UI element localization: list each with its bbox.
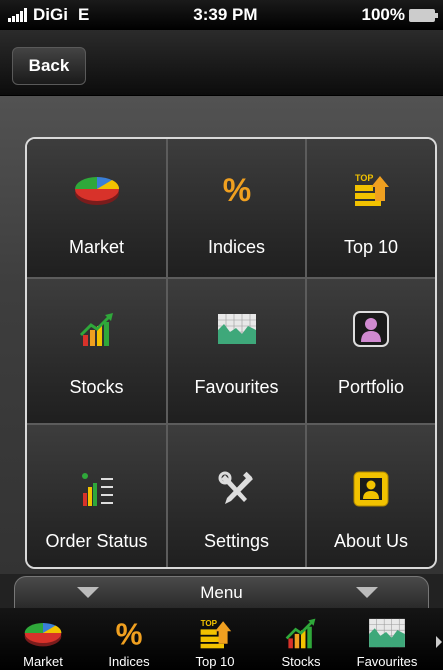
clock: 3:39 PM — [193, 5, 258, 24]
carrier-name: DiGi — [33, 5, 68, 24]
dock-item-label: Top 10 — [195, 654, 235, 669]
status-bar: DiGi E 3:39 PM 100% — [0, 0, 443, 30]
menu-item-label: Market — [68, 237, 124, 257]
person-icon — [352, 467, 390, 511]
bar-trend-icon — [77, 307, 117, 351]
menu-toggle-button[interactable]: Menu — [14, 576, 429, 608]
dock-item-indices[interactable]: % Indices — [86, 608, 172, 670]
menu-toggle-bar: Menu — [0, 574, 443, 608]
dock-item-label: Market — [23, 654, 63, 669]
dock-item-label: Favourites — [356, 654, 418, 669]
menu-item-label: Portfolio — [337, 377, 405, 397]
menu-item-top-10[interactable]: TOP Top 10 — [307, 139, 435, 279]
battery-icon — [409, 8, 438, 22]
battery-percent: 100% — [361, 5, 405, 24]
menu-item-label: About Us — [333, 531, 409, 551]
top-icon: TOP — [351, 167, 391, 211]
battery-group: 100% — [361, 5, 438, 25]
menu-item-label: Top 10 — [343, 237, 399, 257]
back-button[interactable]: Back — [12, 47, 86, 85]
percent-icon: % — [112, 614, 146, 652]
chevron-right-icon[interactable] — [436, 636, 442, 648]
chevron-down-icon — [77, 587, 99, 598]
top-icon: TOP — [197, 614, 233, 652]
chevron-down-icon — [356, 587, 378, 598]
menu-item-label: Indices — [207, 237, 266, 257]
menu-item-portfolio[interactable]: Portfolio — [307, 279, 435, 425]
dock-item-market[interactable]: Market — [0, 608, 86, 670]
svg-text:%: % — [116, 618, 143, 650]
tools-icon — [217, 467, 257, 511]
menu-item-label: Settings — [203, 531, 270, 551]
menu-item-label: Stocks — [69, 377, 124, 397]
list-icon — [77, 467, 117, 511]
dock-item-favourites[interactable]: Favourites — [344, 608, 430, 670]
menu-item-about-us[interactable]: About Us — [307, 425, 435, 567]
pie-chart-icon — [22, 614, 64, 652]
menu-item-favourites[interactable]: Favourites — [168, 279, 307, 425]
menu-item-settings[interactable]: Settings — [168, 425, 307, 567]
percent-icon: % — [219, 167, 255, 211]
svg-text:TOP: TOP — [201, 619, 218, 628]
carrier-group: DiGi E — [8, 5, 89, 25]
dock-item-stocks[interactable]: Stocks — [258, 608, 344, 670]
menu-item-stocks[interactable]: Stocks — [27, 279, 168, 425]
network-type: E — [77, 5, 90, 24]
menu-item-order-status[interactable]: Order Status — [27, 425, 168, 567]
menu-label: Menu — [200, 582, 243, 602]
dock-item-top-10[interactable]: TOP Top 10 — [172, 608, 258, 670]
bar-trend-icon — [283, 614, 319, 652]
svg-text:TOP: TOP — [355, 173, 373, 183]
menu-item-label: Favourites — [194, 377, 279, 397]
signal-strength-icon — [8, 8, 27, 22]
bottom-dock: Market % Indices TOP Top 10 Stocks Favou… — [0, 608, 443, 670]
area-chart-icon — [216, 307, 258, 351]
navigation-bar: Back — [0, 30, 443, 96]
svg-text:%: % — [222, 172, 250, 206]
pie-chart-icon — [72, 167, 122, 211]
menu-item-label: Order Status — [45, 531, 148, 551]
dock-item-label: Indices — [108, 654, 150, 669]
portfolio-icon — [351, 307, 391, 351]
main-menu-grid: Market % Indices TOP Top 10 Stocks Favou… — [25, 137, 437, 569]
menu-item-indices[interactable]: % Indices — [168, 139, 307, 279]
area-chart-icon — [367, 614, 407, 652]
menu-item-market[interactable]: Market — [27, 139, 168, 279]
dock-item-label: Stocks — [281, 654, 321, 669]
